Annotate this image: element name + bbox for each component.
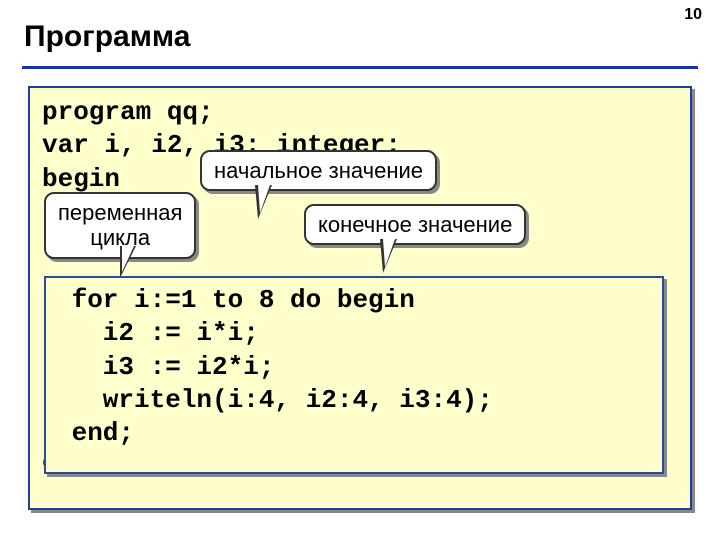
code-line: for i:=1 to 8 do begin [56, 284, 652, 317]
page-number: 10 [684, 6, 702, 24]
callout-text: конечное значение [318, 212, 512, 237]
callout-text: начальное значение [214, 158, 423, 183]
code-line: end; [56, 417, 652, 450]
inner-code-box: for i:=1 to 8 do begin i2 := i*i; i3 := … [44, 276, 664, 474]
callout-tail [255, 185, 272, 219]
callout-tail [120, 246, 136, 278]
page-title: Программа [24, 20, 190, 54]
title-divider [22, 66, 698, 69]
callout-text: переменная [58, 200, 182, 225]
code-line: i3 := i2*i; [56, 351, 652, 384]
slide: 10 Программа program qq; var i, i2, i3: … [0, 0, 720, 540]
callout-tail [380, 239, 397, 273]
code-line: program qq; [42, 96, 678, 129]
callout-end-value: конечное значение [304, 204, 526, 245]
code-line: i2 := i*i; [56, 317, 652, 350]
code-line: writeln(i:4, i2:4, i3:4); [56, 384, 652, 417]
callout-start-value: начальное значение [200, 150, 437, 191]
